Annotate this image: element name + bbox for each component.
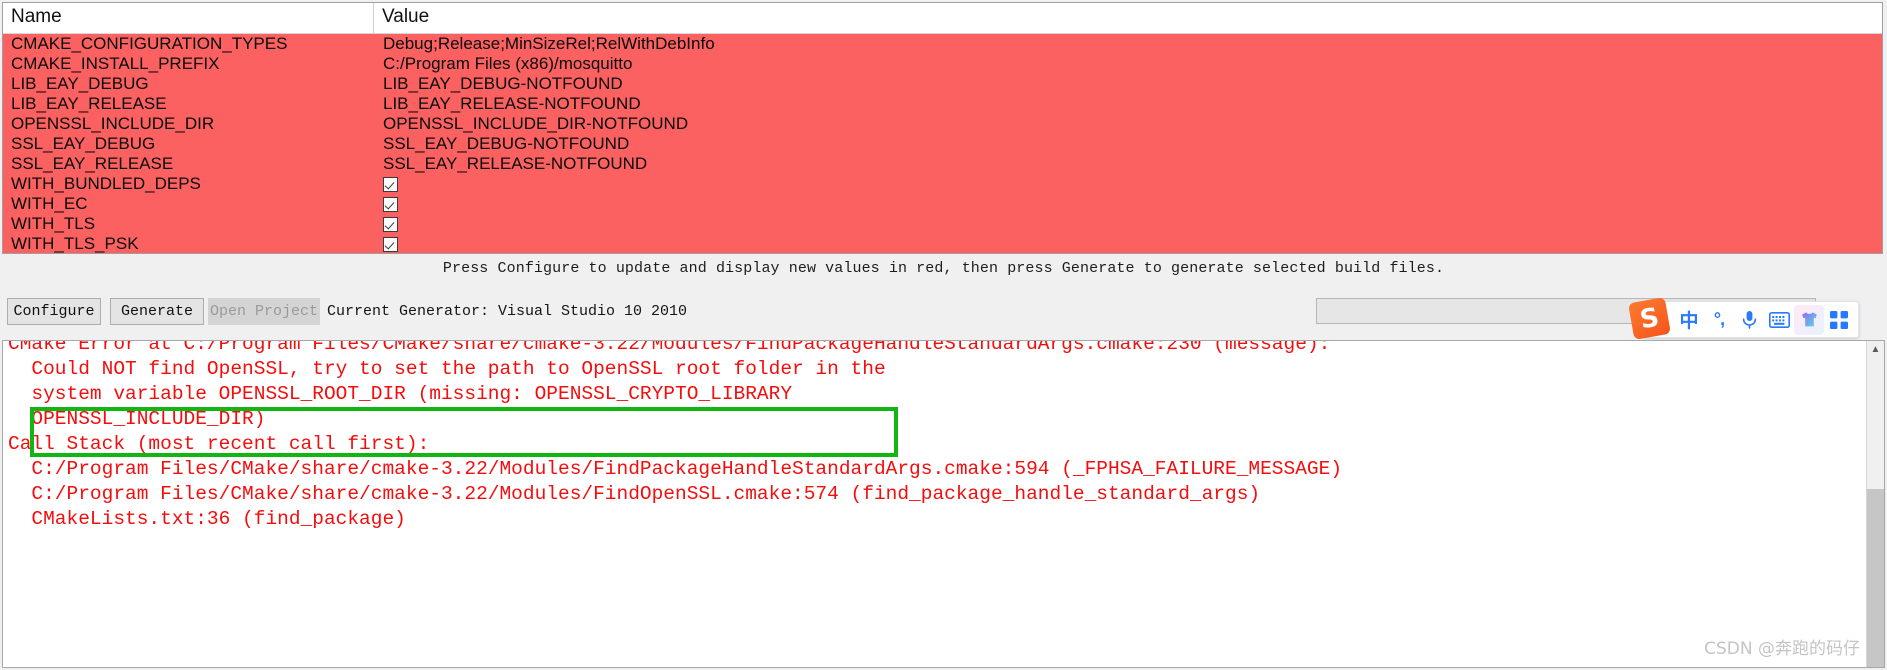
cache-variable-value[interactable]: OPENSSL_INCLUDE_DIR-NOTFOUND	[374, 114, 1882, 134]
table-row[interactable]: WITH_EC	[3, 194, 1882, 214]
cache-variable-name: SSL_EAY_RELEASE	[11, 154, 174, 173]
table-row[interactable]: WITH_TLS_PSK	[3, 234, 1882, 253]
cache-variable-value[interactable]: LIB_EAY_DEBUG-NOTFOUND	[374, 74, 1882, 94]
scroll-up-arrow-icon[interactable]: ▲	[1867, 341, 1884, 358]
log-line: system variable OPENSSL_ROOT_DIR (missin…	[8, 383, 793, 405]
cache-variables-table[interactable]: Name Value CMAKE_CONFIGURATION_TYPES Debu…	[2, 2, 1883, 254]
checkmark-icon[interactable]	[383, 217, 398, 233]
cmake-gui-window: Name Value CMAKE_CONFIGURATION_TYPES Debu…	[0, 0, 1887, 670]
cache-variable-name: WITH_EC	[11, 194, 88, 213]
cache-variable-value[interactable]: LIB_EAY_RELEASE-NOTFOUND	[374, 94, 1882, 114]
log-line: Call Stack (most recent call first):	[8, 433, 430, 455]
table-row[interactable]: CMAKE_INSTALL_PREFIX C:/Program Files (x8…	[3, 54, 1882, 74]
table-body: CMAKE_CONFIGURATION_TYPES Debug;Release;M…	[3, 34, 1882, 253]
table-row[interactable]: OPENSSL_INCLUDE_DIR OPENSSL_INCLUDE_DIR-N…	[3, 114, 1882, 134]
column-header-value[interactable]: Value	[374, 3, 1882, 33]
shirt-icon[interactable]	[1794, 304, 1824, 335]
cache-variable-name: SSL_EAY_DEBUG	[11, 134, 156, 153]
checkmark-icon[interactable]	[383, 177, 398, 193]
cache-variable-value[interactable]: SSL_EAY_RELEASE-NOTFOUND	[374, 154, 1882, 174]
configure-button[interactable]: Configure	[7, 298, 101, 325]
cache-variable-name: CMAKE_CONFIGURATION_TYPES	[11, 34, 288, 53]
log-line: C:/Program Files/CMake/share/cmake-3.22/…	[8, 483, 1261, 505]
log-line: C:/Program Files/CMake/share/cmake-3.22/…	[8, 458, 1343, 480]
log-line: CMake Error at C:/Program Files/CMake/sh…	[8, 341, 1331, 355]
cache-variable-checkbox[interactable]	[374, 214, 1882, 234]
sogou-logo-icon[interactable]: S	[1628, 297, 1671, 340]
grid-icon[interactable]	[1824, 305, 1854, 335]
cache-variable-value[interactable]: SSL_EAY_DEBUG-NOTFOUND	[374, 134, 1882, 154]
table-row[interactable]: CMAKE_CONFIGURATION_TYPES Debug;Release;M…	[3, 34, 1882, 54]
scrollbar-thumb[interactable]	[1867, 489, 1884, 667]
log-text-area[interactable]: Could NOT find OpenSSL, try to set the p…	[3, 341, 1866, 667]
cache-variable-name: OPENSSL_INCLUDE_DIR	[11, 114, 215, 133]
status-hint-text: Press Configure to update and display ne…	[442, 260, 1445, 277]
cache-variable-name: LIB_EAY_RELEASE	[11, 94, 167, 113]
cache-variable-value[interactable]: C:/Program Files (x86)/mosquitto	[374, 54, 1882, 74]
sogou-ime-toolbar[interactable]: S 中 °,	[1628, 297, 1859, 340]
log-line: CMakeLists.txt:36 (find_package)	[8, 508, 406, 530]
csdn-watermark: CSDN @奔跑的码仔	[1704, 639, 1860, 659]
table-row[interactable]: WITH_BUNDLED_DEPS	[3, 174, 1882, 194]
keyboard-icon[interactable]	[1764, 305, 1794, 335]
cache-variable-name: CMAKE_INSTALL_PREFIX	[11, 54, 220, 73]
language-mode-icon[interactable]: 中	[1674, 305, 1704, 335]
mic-icon[interactable]	[1734, 305, 1764, 335]
table-row[interactable]: SSL_EAY_DEBUG SSL_EAY_DEBUG-NOTFOUND	[3, 134, 1882, 154]
output-log-panel[interactable]: Could NOT find OpenSSL, try to set the p…	[2, 340, 1885, 668]
cache-variable-name: WITH_TLS_PSK	[11, 234, 139, 253]
table-row[interactable]: LIB_EAY_DEBUG LIB_EAY_DEBUG-NOTFOUND	[3, 74, 1882, 94]
checkmark-icon[interactable]	[383, 237, 398, 253]
log-line: Could NOT find OpenSSL, try to set the p…	[8, 358, 886, 380]
log-vertical-scrollbar[interactable]: ▲	[1866, 341, 1884, 667]
current-generator-label: Current Generator: Visual Studio 10 2010	[327, 303, 688, 320]
table-row[interactable]: SSL_EAY_RELEASE SSL_EAY_RELEASE-NOTFOUND	[3, 154, 1882, 174]
table-header-row: Name Value	[3, 3, 1882, 34]
cache-variable-name: WITH_TLS	[11, 214, 96, 233]
checkmark-icon[interactable]	[383, 197, 398, 213]
cache-variable-name: WITH_BUNDLED_DEPS	[11, 174, 201, 193]
column-header-name[interactable]: Name	[3, 3, 374, 33]
cache-variable-checkbox[interactable]	[374, 234, 1882, 253]
table-row[interactable]: LIB_EAY_RELEASE LIB_EAY_RELEASE-NOTFOUND	[3, 94, 1882, 114]
log-line: OPENSSL_INCLUDE_DIR)	[8, 408, 266, 430]
open-project-button[interactable]: Open Project	[208, 298, 320, 325]
table-row[interactable]: WITH_TLS	[3, 214, 1882, 234]
cache-variable-value[interactable]: Debug;Release;MinSizeRel;RelWithDebInfo	[374, 34, 1882, 54]
punctuation-mode-icon[interactable]: °,	[1704, 305, 1734, 335]
cache-variable-checkbox[interactable]	[374, 174, 1882, 194]
cache-variable-name: LIB_EAY_DEBUG	[11, 74, 149, 93]
generate-button[interactable]: Generate	[110, 298, 204, 325]
cache-variable-checkbox[interactable]	[374, 194, 1882, 214]
action-toolbar: Configure Generate Open Project Current …	[0, 294, 1887, 336]
